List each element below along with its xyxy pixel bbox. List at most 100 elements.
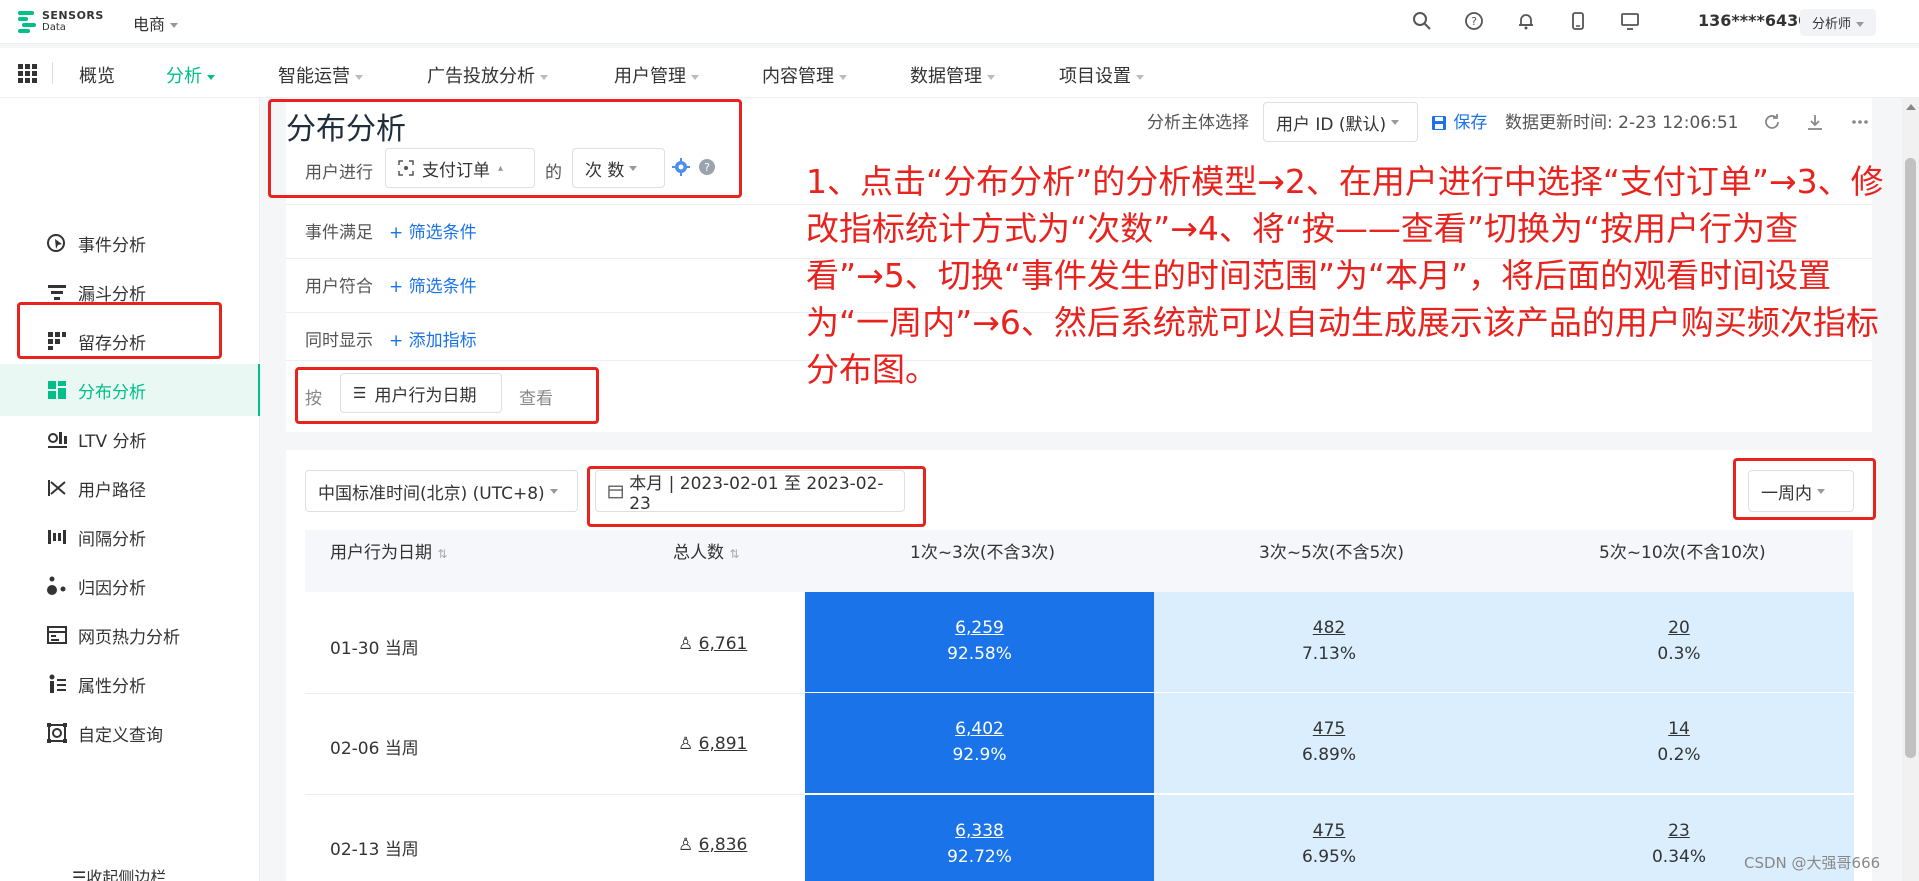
sidebar-item-distribution-analysis[interactable]: 分布分析 (0, 364, 260, 416)
table-cell[interactable]: 6,402 92.9% (805, 693, 1154, 793)
update-time: 数据更新时间: 2-23 12:06:51 (1505, 113, 1739, 133)
nav-data-management[interactable]: 数据管理 (910, 62, 995, 88)
chevron-down-icon (1856, 22, 1865, 27)
sidebar-item-label: LTV 分析 (78, 431, 147, 452)
table-cell[interactable]: 14 0.2% (1504, 693, 1854, 793)
event-satisfy-label: 事件满足 (305, 223, 373, 243)
header-label: 用户行为日期 (330, 543, 432, 563)
scroll-up-icon[interactable] (1906, 104, 1916, 110)
count-value: 475 (1312, 719, 1346, 739)
nav-project-settings[interactable]: 项目设置 (1059, 62, 1144, 88)
sidebar-item-event-analysis[interactable]: 事件分析 (0, 217, 260, 269)
vertical-scrollbar[interactable] (1902, 98, 1919, 881)
collapse-sidebar-button[interactable]: ☰收起侧边栏 (72, 864, 166, 881)
mobile-icon[interactable] (1567, 10, 1589, 32)
sidebar-item-ltv-analysis[interactable]: LTV 分析 (0, 413, 260, 465)
row-total[interactable]: ♙ 6,836 (678, 835, 747, 855)
chevron-down-icon (355, 74, 363, 80)
subject-select[interactable]: 用户 ID (默认) (1263, 102, 1418, 142)
sidebar-item-label: 用户路径 (78, 480, 146, 501)
event-filter-button[interactable]: + 筛选条件 (389, 218, 477, 243)
sidebar-item-custom-query[interactable]: 自定义查询 (0, 707, 260, 759)
collapse-icon: ☰ (72, 868, 87, 881)
sidebar-item-label: 分布分析 (78, 382, 146, 403)
save-button[interactable]: 保存 (1430, 108, 1487, 133)
ltv-icon (46, 428, 68, 450)
nav-analysis[interactable]: 分析 (166, 62, 215, 88)
annotation-text: 1、点击“分布分析”的分析模型→2、在用户进行中选择“支付订单”→3、修改指标统… (806, 162, 1884, 389)
download-icon[interactable] (1805, 112, 1825, 132)
nav-ad-analysis[interactable]: 广告投放分析 (427, 62, 548, 88)
bell-icon[interactable] (1515, 10, 1537, 32)
chevron-down-icon (839, 74, 847, 80)
distribution-icon (46, 379, 68, 401)
table-cell[interactable]: 20 0.3% (1504, 592, 1854, 692)
attribution-icon (46, 575, 68, 597)
chevron-down-icon (540, 74, 548, 80)
subject-value: 用户 ID (默认) (1276, 114, 1387, 135)
header-bucket-3: 5次~10次(不含10次) (1599, 543, 1766, 563)
top-bar: SENSORS Data 电商 ? 136****6430 分析师 (0, 0, 1919, 44)
add-metric-label: 添加指标 (408, 331, 477, 351)
nav-smart-ops[interactable]: 智能运营 (278, 62, 363, 88)
percent-value: 92.9% (952, 745, 1007, 765)
sidebar-item-label: 间隔分析 (78, 529, 146, 550)
role-selector[interactable]: 分析师 (1800, 9, 1877, 36)
sidebar-item-user-path[interactable]: 用户路径 (0, 462, 260, 514)
table-cell[interactable]: 475 6.89% (1154, 693, 1504, 793)
total-value: 6,891 (698, 734, 748, 754)
sensors-data-logo[interactable]: SENSORS Data (18, 9, 103, 35)
user-match-label: 用户符合 (305, 277, 373, 297)
logo-mark-icon (18, 11, 36, 33)
nav-content-management[interactable]: 内容管理 (762, 62, 847, 88)
percent-value: 0.2% (1657, 745, 1701, 765)
refresh-icon[interactable] (1762, 112, 1782, 132)
sidebar-item-interval-analysis[interactable]: 间隔分析 (0, 511, 260, 563)
save-icon (1432, 116, 1446, 130)
more-icon[interactable] (1850, 112, 1870, 132)
filter-label: 筛选条件 (408, 277, 477, 297)
sidebar-item-label: 事件分析 (78, 235, 146, 256)
project-switcher[interactable]: 电商 (133, 11, 179, 35)
user-filter-button[interactable]: + 筛选条件 (389, 272, 477, 297)
count-value: 6,402 (955, 719, 1004, 739)
chevron-down-icon (207, 74, 215, 80)
scrollbar-thumb[interactable] (1905, 158, 1916, 758)
app-grid-icon[interactable] (18, 64, 38, 84)
sidebar-item-attribution-analysis[interactable]: 归因分析 (0, 560, 260, 612)
timezone-value: 中国标准时间(北京) (UTC+8) (318, 483, 545, 504)
row-date: 02-13 当周 (330, 840, 419, 860)
header-date[interactable]: 用户行为日期 ⇅ (330, 538, 447, 563)
nav-label: 项目设置 (1059, 66, 1131, 87)
timezone-select[interactable]: 中国标准时间(北京) (UTC+8) (305, 470, 578, 512)
search-icon[interactable] (1411, 10, 1433, 32)
user-account[interactable]: 136****6430 (1698, 11, 1809, 30)
percent-value: 92.72% (947, 847, 1012, 867)
watermark: CSDN @大强哥666 (1744, 854, 1881, 872)
show-same-time-label: 同时显示 (305, 331, 373, 351)
table-cell[interactable]: 475 6.95% (1154, 795, 1504, 881)
plus-icon: + (389, 331, 409, 351)
add-metric-button[interactable]: + 添加指标 (389, 326, 477, 351)
count-value: 6,338 (955, 821, 1004, 841)
table-cell[interactable]: 482 7.13% (1154, 592, 1504, 692)
table-cell[interactable]: 6,259 92.58% (805, 592, 1154, 692)
svg-text:?: ? (1471, 15, 1477, 28)
monitor-icon[interactable] (1619, 10, 1641, 32)
interval-icon (46, 526, 68, 548)
sidebar-item-heatmap-analysis[interactable]: 网页热力分析 (0, 609, 260, 661)
plus-icon: + (389, 223, 409, 243)
table-cell[interactable]: 6,338 92.72% (805, 795, 1154, 881)
percent-value: 92.58% (947, 644, 1012, 664)
row-total[interactable]: ♙ 6,761 (678, 634, 747, 654)
highlight-box-window (1733, 458, 1876, 520)
header-bucket-1: 1次~3次(不含3次) (910, 543, 1055, 563)
nav-overview[interactable]: 概览 (79, 62, 115, 88)
user-icon: ♙ (678, 734, 699, 754)
logo-text: SENSORS (42, 9, 104, 22)
sidebar-item-attribute-analysis[interactable]: 属性分析 (0, 658, 260, 710)
row-total[interactable]: ♙ 6,891 (678, 734, 747, 754)
help-icon[interactable]: ? (1463, 10, 1485, 32)
header-total[interactable]: 总人数 ⇅ (673, 538, 739, 563)
nav-user-management[interactable]: 用户管理 (614, 62, 699, 88)
